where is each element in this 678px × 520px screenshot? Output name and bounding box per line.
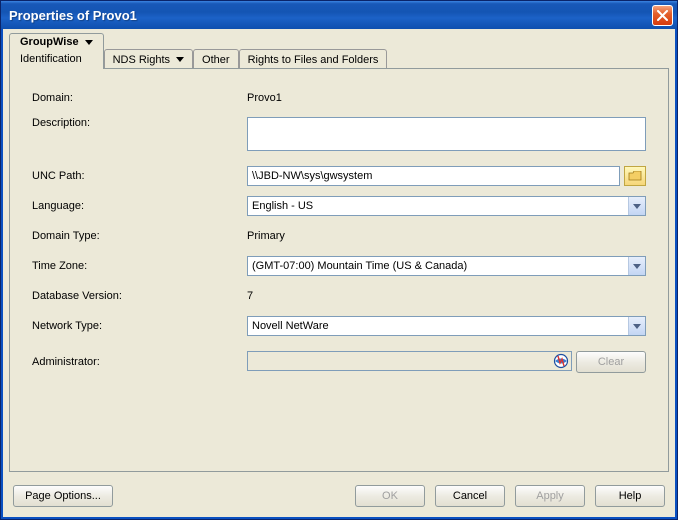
dbversion-label: Database Version: [32,290,247,302]
tab-nds-rights[interactable]: NDS Rights [104,49,193,69]
administrator-label: Administrator: [32,356,247,368]
tab-groupwise[interactable]: GroupWise Identification [9,33,104,69]
window-title: Properties of Provo1 [9,8,650,23]
chevron-down-icon [633,204,641,209]
domain-value: Provo1 [247,92,282,104]
dropdown-icon [85,40,93,45]
page-options-button[interactable]: Page Options... [13,485,113,507]
timezone-label: Time Zone: [32,260,247,272]
dropdown-button[interactable] [628,257,645,275]
properties-window: Properties of Provo1 GroupWise Identific… [0,0,678,520]
clear-button[interactable]: Clear [576,351,646,373]
help-button[interactable]: Help [595,485,665,507]
domaintype-label: Domain Type: [32,230,247,242]
ok-button[interactable]: OK [355,485,425,507]
networktype-select[interactable]: Novell NetWare [247,316,646,336]
tab-label: NDS Rights [113,54,170,66]
administrator-browse-button[interactable] [551,353,571,369]
cancel-button[interactable]: Cancel [435,485,505,507]
dropdown-button[interactable] [628,197,645,215]
close-icon [657,10,668,21]
tab-label: Rights to Files and Folders [248,54,379,66]
networktype-label: Network Type: [32,320,247,332]
nds-browse-icon [553,353,569,369]
language-select[interactable]: English - US [247,196,646,216]
uncpath-input[interactable] [247,166,620,186]
timezone-value: (GMT-07:00) Mountain Time (US & Canada) [248,258,628,274]
tab-label: Other [202,54,230,66]
domain-label: Domain: [32,92,247,104]
chevron-down-icon [633,264,641,269]
timezone-select[interactable]: (GMT-07:00) Mountain Time (US & Canada) [247,256,646,276]
tabpanel-identification: Domain: Provo1 Description: UNC Path: [9,68,669,472]
titlebar: Properties of Provo1 [1,1,677,29]
folder-icon [628,171,642,182]
dropdown-icon [176,57,184,62]
networktype-value: Novell NetWare [248,318,628,334]
tab-rights-files-folders[interactable]: Rights to Files and Folders [239,49,388,69]
language-value: English - US [248,198,628,214]
dialog-footer: Page Options... OK Cancel Apply Help [3,479,675,517]
dbversion-value: 7 [247,290,253,302]
close-button[interactable] [652,5,673,26]
client-area: GroupWise Identification NDS Rights Othe… [1,29,677,519]
uncpath-label: UNC Path: [32,170,247,182]
description-input[interactable] [247,117,646,151]
administrator-value [248,359,551,363]
language-label: Language: [32,200,247,212]
apply-button[interactable]: Apply [515,485,585,507]
description-label: Description: [32,117,247,129]
tab-other[interactable]: Other [193,49,239,69]
domaintype-value: Primary [247,230,285,242]
chevron-down-icon [633,324,641,329]
tab-label: GroupWise [20,36,79,48]
administrator-field [247,351,572,371]
dropdown-button[interactable] [628,317,645,335]
tab-strip: GroupWise Identification NDS Rights Othe… [3,29,675,69]
tab-sublabel: Identification [20,53,82,65]
uncpath-browse-button[interactable] [624,166,647,186]
